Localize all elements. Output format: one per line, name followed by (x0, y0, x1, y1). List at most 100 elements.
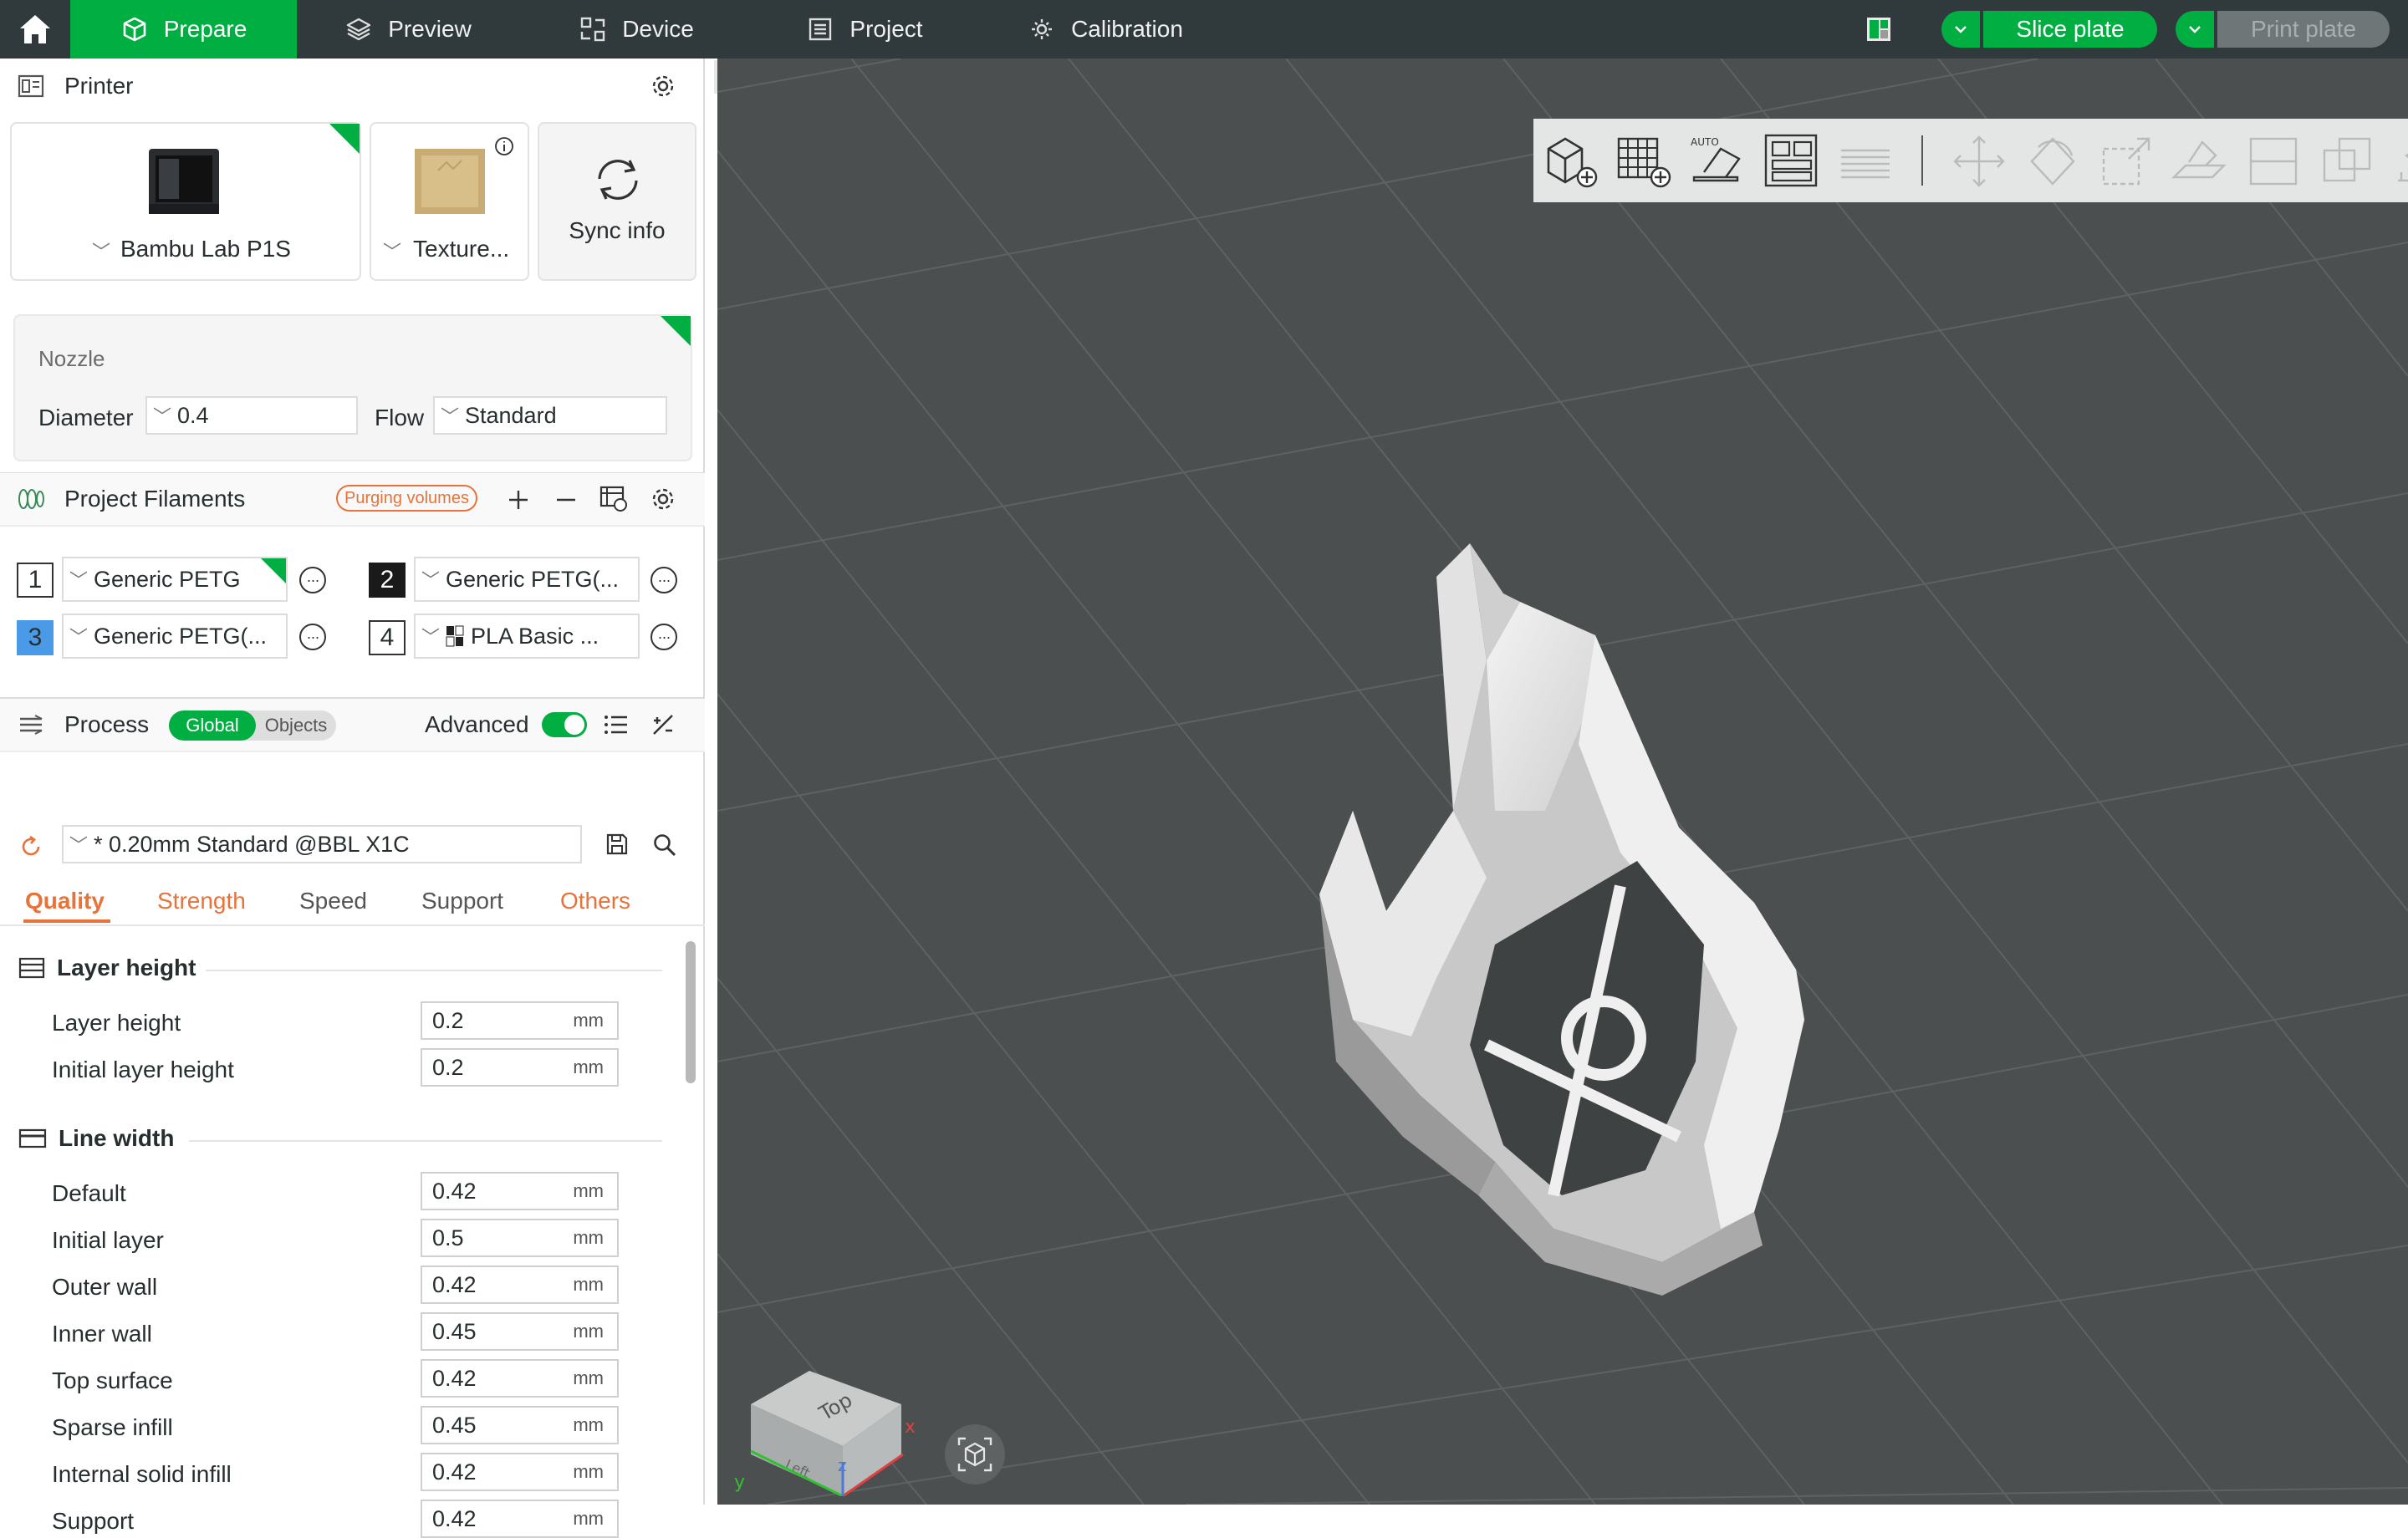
nozzle-flow-select[interactable]: ﹀ Standard (433, 396, 667, 435)
support-line-width-value: 0.42 (432, 1505, 477, 1531)
slice-dropdown-arrow[interactable] (1941, 11, 1980, 48)
remove-filament-icon[interactable] (554, 488, 578, 512)
default-line-width-input[interactable]: 0.42 mm (421, 1172, 619, 1210)
layer-height-input[interactable]: 0.2 mm (421, 1001, 619, 1040)
move-icon[interactable] (1948, 130, 2010, 192)
sparse-infill-line-width-input[interactable]: 0.45 mm (421, 1406, 619, 1444)
search-icon[interactable] (652, 833, 677, 858)
filament-2-more-icon[interactable]: ··· (650, 567, 677, 593)
global-option[interactable]: Global (169, 710, 256, 741)
filament-1-more-icon[interactable]: ··· (299, 567, 326, 593)
chevron-down-icon: ﹀ (421, 570, 440, 591)
view-cube-icon (957, 1437, 992, 1472)
layers-stack-icon[interactable] (1834, 130, 1896, 192)
active-tab-underline (23, 919, 110, 923)
plate-selector-card[interactable]: ﹀ Texture... (370, 122, 529, 281)
sync-info-button[interactable]: Sync info (538, 122, 696, 281)
inner-wall-line-width-input[interactable]: 0.45 mm (421, 1312, 619, 1351)
line-width-group-header: Line width (18, 1125, 174, 1152)
printer-settings-gear-icon[interactable] (650, 74, 676, 99)
filament-1-select[interactable]: ﹀ Generic PETG (62, 557, 288, 602)
support-paint-icon[interactable] (2390, 130, 2408, 192)
settings-scrollbar[interactable] (686, 941, 696, 1083)
tab-support[interactable]: Support (421, 888, 503, 914)
add-plate-icon[interactable] (1614, 130, 1676, 192)
print-dropdown-arrow[interactable] (2176, 11, 2214, 48)
nozzle-title: Nozzle (38, 346, 105, 371)
tab-prepare[interactable]: Prepare (70, 0, 297, 59)
support-line-width-input[interactable]: 0.42 mm (421, 1500, 619, 1538)
tab-device[interactable]: Device (519, 0, 753, 59)
global-objects-toggle[interactable]: Global Objects (169, 710, 336, 741)
process-preset-select[interactable]: ﹀ * 0.20mm Standard @BBL X1C (62, 825, 582, 863)
layout-icon (1867, 18, 1890, 41)
sync-info-label: Sync info (569, 217, 666, 243)
unit-label: mm (573, 1461, 604, 1482)
toolbar-separator (1921, 135, 1923, 186)
reset-icon[interactable] (18, 834, 43, 859)
add-object-icon[interactable] (1540, 130, 1602, 192)
view-cube[interactable]: Top Left x y z (734, 1296, 935, 1496)
outer-wall-line-width-input[interactable]: 0.42 mm (421, 1266, 619, 1304)
top-surface-line-width-input[interactable]: 0.42 mm (421, 1359, 619, 1398)
arrange-icon[interactable] (1761, 130, 1823, 192)
filament-4-index: 4 (369, 620, 406, 655)
advanced-toggle[interactable] (542, 712, 587, 737)
layer-height-group-title: Layer height (57, 955, 196, 980)
process-title: Process (64, 711, 150, 737)
print-plate-button[interactable]: Print plate (2176, 11, 2390, 48)
chevron-down-icon: ﹀ (69, 627, 88, 648)
printer-title: Printer (64, 73, 134, 99)
unit-label: mm (573, 1321, 604, 1342)
slice-plate-button[interactable]: Slice plate (1941, 11, 2157, 48)
rotate-icon[interactable] (2022, 130, 2084, 192)
unit-label: mm (573, 1057, 604, 1077)
compare-presets-icon[interactable] (650, 712, 676, 737)
filament-sync-icon[interactable] (599, 485, 629, 513)
internal-solid-infill-line-width-input[interactable]: 0.42 mm (421, 1453, 619, 1491)
nozzle-diameter-select[interactable]: ﹀ 0.4 (145, 396, 358, 435)
tab-project[interactable]: Project (753, 0, 976, 59)
nozzle-panel: Nozzle Diameter ﹀ 0.4 Flow ﹀ Standard (13, 314, 692, 461)
scale-icon[interactable] (2095, 130, 2157, 192)
tab-calibration[interactable]: Calibration (976, 0, 1235, 59)
layout-toggle-button[interactable] (1866, 17, 1891, 42)
lay-on-face-icon[interactable] (2169, 130, 2231, 192)
auto-orient-icon[interactable]: AUTO (1687, 130, 1749, 192)
filament-2-select[interactable]: ﹀ Generic PETG(... (414, 557, 640, 602)
svg-text:AUTO: AUTO (1691, 136, 1719, 148)
layer-height-group-header: Layer height (18, 955, 196, 981)
tab-others[interactable]: Others (560, 888, 630, 914)
view-selector-button[interactable] (945, 1424, 1005, 1485)
print-plate-label[interactable]: Print plate (2217, 11, 2390, 48)
tab-strength[interactable]: Strength (157, 888, 246, 914)
filament-3-more-icon[interactable]: ··· (299, 624, 326, 650)
slice-plate-label[interactable]: Slice plate (1983, 11, 2157, 48)
left-settings-panel: Printer ﹀ Bambu Lab P1S ﹀ Texture... Syn… (0, 59, 705, 1538)
list-view-icon[interactable] (604, 713, 629, 736)
printer-selector-card[interactable]: ﹀ Bambu Lab P1S (10, 122, 361, 281)
tab-speed[interactable]: Speed (299, 888, 367, 914)
top-surface-line-width-value: 0.42 (432, 1365, 477, 1391)
filament-4-more-icon[interactable]: ··· (650, 624, 677, 650)
unit-label: mm (573, 1180, 604, 1201)
filament-4-select[interactable]: ﹀ PLA Basic ... (414, 614, 640, 659)
filament-settings-gear-icon[interactable] (650, 486, 676, 512)
purging-volumes-button[interactable]: Purging volumes (336, 485, 477, 512)
home-button[interactable] (0, 0, 70, 59)
boolean-icon[interactable] (2316, 130, 2378, 192)
device-icon (581, 17, 605, 42)
initial-layer-line-width-input[interactable]: 0.5 mm (421, 1219, 619, 1257)
cut-icon[interactable] (2242, 130, 2304, 192)
initial-layer-height-input[interactable]: 0.2 mm (421, 1048, 619, 1087)
tab-preview[interactable]: Preview (297, 0, 519, 59)
filament-3-select[interactable]: ﹀ Generic PETG(... (62, 614, 288, 659)
advanced-label: Advanced (425, 711, 529, 737)
info-icon[interactable] (493, 135, 515, 157)
save-preset-icon[interactable] (605, 833, 629, 856)
tab-quality[interactable]: Quality (25, 888, 105, 914)
objects-option[interactable]: Objects (256, 710, 336, 741)
default-line-width-value: 0.42 (432, 1178, 477, 1204)
add-filament-icon[interactable] (507, 488, 530, 512)
3d-viewport[interactable]: AUTO a ··· Top Left x y z (717, 59, 2408, 1505)
